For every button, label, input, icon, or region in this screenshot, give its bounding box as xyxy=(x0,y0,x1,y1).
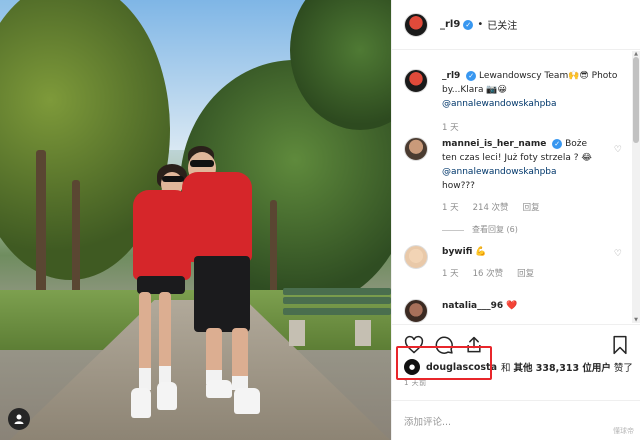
likes-others-count[interactable]: 其他 338,313 位用户 xyxy=(514,360,611,374)
reply-button[interactable]: 回复 xyxy=(517,267,534,281)
highlight-box xyxy=(396,346,492,380)
comment-username[interactable]: _rl9 xyxy=(442,71,460,81)
comment-like-icon[interactable]: ♡ xyxy=(614,145,622,155)
park-bench xyxy=(283,288,391,346)
verified-badge-icon: ✓ xyxy=(552,138,563,149)
comments-scrollbar[interactable]: ▲ ▼ xyxy=(632,51,640,323)
likes-connector: 和 xyxy=(500,363,511,374)
comment-like-icon[interactable]: ♡ xyxy=(614,249,622,259)
comment-time: 1 天 xyxy=(442,203,459,213)
comment-text: ❤️ xyxy=(506,301,518,311)
comment-likes-count[interactable]: 16 次赞 xyxy=(473,267,504,281)
person-right xyxy=(180,140,270,430)
verified-badge-icon: ✓ xyxy=(466,70,477,81)
caption-avatar[interactable] xyxy=(404,69,428,93)
follow-status-button[interactable]: 已关注 xyxy=(487,17,517,32)
commenter-avatar[interactable] xyxy=(404,299,428,323)
add-comment-field[interactable]: 添加评论... xyxy=(392,400,640,440)
author-username[interactable]: _rl9 xyxy=(440,19,460,30)
likes-suffix: 赞了 xyxy=(613,363,633,374)
bookmark-icon[interactable] xyxy=(610,335,630,355)
view-replies-button[interactable]: 查看回复 (6) xyxy=(442,223,602,237)
comment-time: 1 天 xyxy=(442,123,459,133)
comment-username[interactable]: natalia___96 xyxy=(442,301,503,311)
photo-trunk xyxy=(72,180,80,300)
author-avatar[interactable] xyxy=(404,12,428,37)
commenter-avatar[interactable] xyxy=(404,137,428,161)
view-replies-label: 查看回复 (6) xyxy=(472,225,518,234)
header-separator: • xyxy=(477,19,484,30)
comment-mention[interactable]: @annalewandowskahpba xyxy=(442,99,557,109)
tagged-user-icon[interactable] xyxy=(8,408,30,430)
watermark-text: 懂球帝 xyxy=(613,427,634,435)
reply-button[interactable]: 回复 xyxy=(523,201,540,215)
comment-username[interactable]: mannei_is_her_name xyxy=(442,139,546,149)
post-header: _rl9 ✓ • 已关注 xyxy=(392,0,640,50)
comments-list[interactable]: _rl9 ✓ Lewandowscy Team🙌😎 Photo by...Kla… xyxy=(392,51,632,323)
scroll-down-icon[interactable]: ▼ xyxy=(632,317,640,323)
verified-badge-icon: ✓ xyxy=(463,19,474,30)
post-photo[interactable] xyxy=(0,0,391,440)
comment-time: 1 天 xyxy=(442,269,459,279)
comment-username[interactable]: bywifi xyxy=(442,247,472,257)
commenter-avatar[interactable] xyxy=(404,245,428,269)
comment-likes-count[interactable]: 214 次赞 xyxy=(473,201,509,215)
comment-mention[interactable]: @annalewandowskahpba xyxy=(442,167,557,177)
photo-trunk xyxy=(270,200,277,300)
scrollbar-thumb[interactable] xyxy=(633,57,639,143)
comment-text-after: how??? xyxy=(442,181,475,191)
add-comment-placeholder: 添加评论... xyxy=(404,416,452,428)
replies-divider xyxy=(442,229,464,231)
comment-text: 💪 xyxy=(475,247,487,257)
photo-trunk xyxy=(36,150,46,300)
